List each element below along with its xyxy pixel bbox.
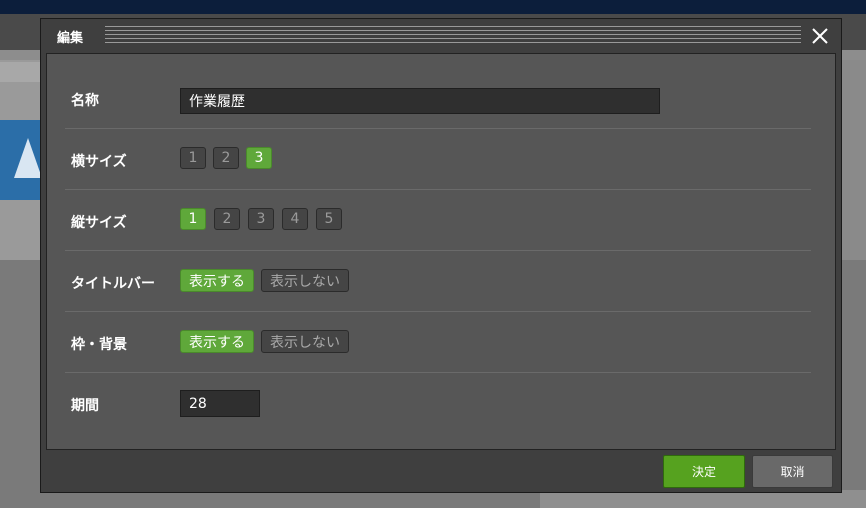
width-options: 1 2 3 (180, 147, 272, 169)
row-name: 名称 (65, 68, 811, 129)
titlebar-hide-button[interactable]: 表示しない (261, 269, 349, 292)
titlebar-label: タイトルバー (71, 276, 155, 292)
titlebar-show-button[interactable]: 表示する (180, 269, 254, 292)
dialog-titlebar[interactable]: 編集 (41, 19, 841, 53)
period-label: 期間 (71, 398, 99, 414)
height-option-4[interactable]: 4 (282, 208, 308, 230)
height-option-3[interactable]: 3 (248, 208, 274, 230)
row-frame: 枠・背景 表示する 表示しない (65, 312, 811, 373)
background-left-label (0, 62, 40, 82)
frame-hide-button[interactable]: 表示しない (261, 330, 349, 353)
cancel-button[interactable]: 取消 (752, 455, 833, 488)
titlebar-options: 表示する 表示しない (180, 269, 349, 292)
row-period: 期間 (65, 373, 811, 434)
height-option-1[interactable]: 1 (180, 208, 206, 230)
row-height: 縦サイズ 1 2 3 4 5 (65, 190, 811, 251)
height-option-5[interactable]: 5 (316, 208, 342, 230)
period-input[interactable] (180, 390, 260, 417)
background-topbar (0, 0, 866, 14)
width-option-1[interactable]: 1 (180, 147, 206, 169)
height-options: 1 2 3 4 5 (180, 208, 342, 230)
height-label: 縦サイズ (71, 215, 127, 231)
row-titlebar: タイトルバー 表示する 表示しない (65, 251, 811, 312)
ok-button[interactable]: 決定 (663, 455, 745, 488)
width-label: 横サイズ (71, 154, 127, 170)
frame-show-button[interactable]: 表示する (180, 330, 254, 353)
row-width: 横サイズ 1 2 3 (65, 129, 811, 190)
name-input[interactable] (180, 88, 660, 114)
height-option-2[interactable]: 2 (214, 208, 240, 230)
close-icon (812, 28, 828, 44)
frame-label: 枠・背景 (71, 337, 127, 353)
width-option-2[interactable]: 2 (213, 147, 239, 169)
dialog-title: 編集 (57, 31, 84, 46)
frame-options: 表示する 表示しない (180, 330, 349, 353)
titlebar-drag-lines[interactable] (105, 26, 801, 46)
width-option-3[interactable]: 3 (246, 147, 272, 169)
dialog-content: 名称 横サイズ 1 2 3 縦サイズ 1 2 3 4 5 タイトルバー (46, 53, 836, 450)
close-button[interactable] (807, 24, 833, 48)
name-label: 名称 (71, 93, 99, 109)
edit-dialog: 編集 名称 横サイズ 1 2 3 縦サイズ 1 (40, 18, 842, 493)
background-left-image (0, 120, 42, 200)
